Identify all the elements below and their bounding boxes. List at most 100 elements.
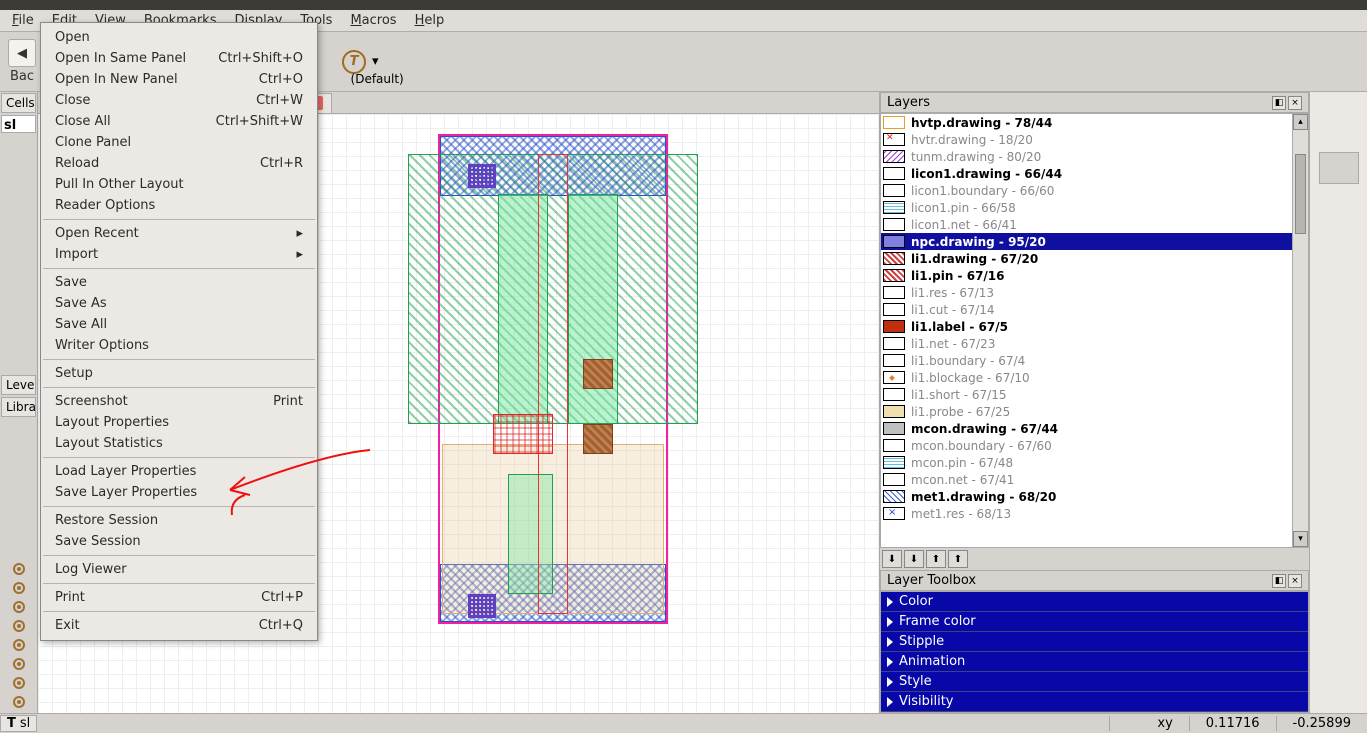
layer-row[interactable]: licon1.net - 66/41 (881, 216, 1308, 233)
undock-icon[interactable]: ◧ (1272, 96, 1286, 110)
menu-help[interactable]: Help (407, 11, 453, 30)
layer-row[interactable]: mcon.net - 67/41 (881, 471, 1308, 488)
sk-field[interactable]: sl (1, 115, 36, 133)
menu-item-close[interactable]: CloseCtrl+W (41, 90, 317, 111)
layer-row[interactable]: hvtr.drawing - 18/20 (881, 131, 1308, 148)
menu-item-open-recent[interactable]: Open Recent▸ (41, 223, 317, 244)
gear-icon[interactable] (11, 675, 27, 691)
menu-macros[interactable]: Macros (342, 11, 404, 30)
layer-row[interactable]: licon1.drawing - 66/44 (881, 165, 1308, 182)
layer-name: li1.cut - 67/14 (911, 303, 995, 317)
menu-item-layout-statistics[interactable]: Layout Statistics (41, 433, 317, 454)
layer-row[interactable]: li1.probe - 67/25 (881, 403, 1308, 420)
back-button[interactable]: ◀ Bac (8, 39, 36, 84)
gear-icon[interactable] (11, 694, 27, 710)
layer-row[interactable]: mcon.pin - 67/48 (881, 454, 1308, 471)
menu-item-writer-options[interactable]: Writer Options (41, 335, 317, 356)
menu-item-pull-in-other-layout[interactable]: Pull In Other Layout (41, 174, 317, 195)
scroll-thumb[interactable] (1295, 154, 1306, 234)
scroll-down-icon[interactable]: ▾ (1293, 531, 1308, 547)
layer-row[interactable]: li1.res - 67/13 (881, 284, 1308, 301)
layer-row[interactable]: li1.net - 67/23 (881, 335, 1308, 352)
layer-row[interactable]: li1.blockage - 67/10 (881, 369, 1308, 386)
layer-row[interactable]: mcon.boundary - 67/60 (881, 437, 1308, 454)
layer-row[interactable]: li1.pin - 67/16 (881, 267, 1308, 284)
scroll-up-icon[interactable]: ▴ (1293, 114, 1308, 130)
sort-up2-icon[interactable]: ⬆ (948, 550, 968, 568)
menu-item-open-in-new-panel[interactable]: Open In New PanelCtrl+O (41, 69, 317, 90)
layer-swatch (883, 320, 905, 333)
cells-tab[interactable]: Cells (1, 93, 36, 113)
toolbox-visibility[interactable]: Visibility (881, 692, 1308, 712)
menu-item-exit[interactable]: ExitCtrl+Q (41, 615, 317, 636)
toolbox-animation[interactable]: Animation (881, 652, 1308, 672)
sort-up-icon[interactable]: ⬆ (926, 550, 946, 568)
layer-row[interactable]: li1.cut - 67/14 (881, 301, 1308, 318)
levels-tab[interactable]: Leve (1, 375, 36, 395)
layer-name: mcon.pin - 67/48 (911, 456, 1013, 470)
gear-icon[interactable] (11, 561, 27, 577)
gear-icon[interactable] (11, 656, 27, 672)
layer-row[interactable]: mcon.drawing - 67/44 (881, 420, 1308, 437)
layer-swatch (883, 218, 905, 231)
file-menu-dropdown: OpenOpen In Same PanelCtrl+Shift+OOpen I… (40, 22, 318, 641)
menu-item-reader-options[interactable]: Reader Options (41, 195, 317, 216)
menu-item-setup[interactable]: Setup (41, 363, 317, 384)
layer-swatch (883, 184, 905, 197)
menu-item-save[interactable]: Save (41, 272, 317, 293)
scrollbar[interactable]: ▴ ▾ (1292, 114, 1308, 547)
gear-icon[interactable] (11, 637, 27, 653)
menu-item-load-layer-properties[interactable]: Load Layer Properties (41, 461, 317, 482)
sort-down2-icon[interactable]: ⬇ (904, 550, 924, 568)
menu-item-screenshot[interactable]: ScreenshotPrint (41, 391, 317, 412)
menu-item-open-in-same-panel[interactable]: Open In Same PanelCtrl+Shift+O (41, 48, 317, 69)
layer-row[interactable]: li1.short - 67/15 (881, 386, 1308, 403)
toolbox-frame-color[interactable]: Frame color (881, 612, 1308, 632)
layer-swatch (883, 150, 905, 163)
undock-icon[interactable]: ◧ (1272, 574, 1286, 588)
gear-icon[interactable] (11, 580, 27, 596)
layer-row[interactable]: licon1.pin - 66/58 (881, 199, 1308, 216)
close-icon[interactable]: × (1288, 574, 1302, 588)
menu-item-clone-panel[interactable]: Clone Panel (41, 132, 317, 153)
gear-icon[interactable] (11, 618, 27, 634)
menu-item-open[interactable]: Open (41, 27, 317, 48)
menu-item-save-all[interactable]: Save All (41, 314, 317, 335)
gear-icon[interactable] (11, 599, 27, 615)
close-icon[interactable]: × (1288, 96, 1302, 110)
layer-row[interactable]: met1.drawing - 68/20 (881, 488, 1308, 505)
layer-row[interactable]: licon1.boundary - 66/60 (881, 182, 1308, 199)
layer-row[interactable]: li1.label - 67/5 (881, 318, 1308, 335)
menu-item-import[interactable]: Import▸ (41, 244, 317, 265)
layer-list[interactable]: hvtp.drawing - 78/44hvtr.drawing - 18/20… (880, 113, 1309, 548)
layer-row[interactable]: li1.drawing - 67/20 (881, 250, 1308, 267)
menu-item-layout-properties[interactable]: Layout Properties (41, 412, 317, 433)
menu-file[interactable]: FFileile (4, 11, 42, 30)
menu-item-close-all[interactable]: Close AllCtrl+Shift+W (41, 111, 317, 132)
layer-row[interactable]: hvtp.drawing - 78/44 (881, 114, 1308, 131)
layer-row[interactable]: met1.res - 68/13 (881, 505, 1308, 522)
layer-swatch (883, 252, 905, 265)
t-icon[interactable]: T (342, 50, 366, 74)
menu-item-reload[interactable]: ReloadCtrl+R (41, 153, 317, 174)
menu-item-save-layer-properties[interactable]: Save Layer Properties (41, 482, 317, 503)
dropdown-arrow-icon[interactable]: ▾ (372, 54, 379, 69)
toolbox-color[interactable]: Color (881, 592, 1308, 612)
menu-item-save-session[interactable]: Save Session (41, 531, 317, 552)
toolbox-style[interactable]: Style (881, 672, 1308, 692)
menu-item-restore-session[interactable]: Restore Session (41, 510, 317, 531)
layer-name: li1.drawing - 67/20 (911, 252, 1038, 266)
layer-name: hvtp.drawing - 78/44 (911, 116, 1052, 130)
layer-row[interactable]: li1.boundary - 67/4 (881, 352, 1308, 369)
layer-row[interactable]: tunm.drawing - 80/20 (881, 148, 1308, 165)
palette-square[interactable] (1319, 152, 1359, 184)
layer-row[interactable]: npc.drawing - 95/20 (881, 233, 1308, 250)
menu-item-print[interactable]: PrintCtrl+P (41, 587, 317, 608)
layer-name: tunm.drawing - 80/20 (911, 150, 1041, 164)
libraries-tab[interactable]: Libra (1, 397, 36, 417)
menu-item-save-as[interactable]: Save As (41, 293, 317, 314)
toolbox-stipple[interactable]: Stipple (881, 632, 1308, 652)
sort-down-icon[interactable]: ⬇ (882, 550, 902, 568)
toolbox-title: Layer Toolbox (887, 573, 976, 588)
menu-item-log-viewer[interactable]: Log Viewer (41, 559, 317, 580)
